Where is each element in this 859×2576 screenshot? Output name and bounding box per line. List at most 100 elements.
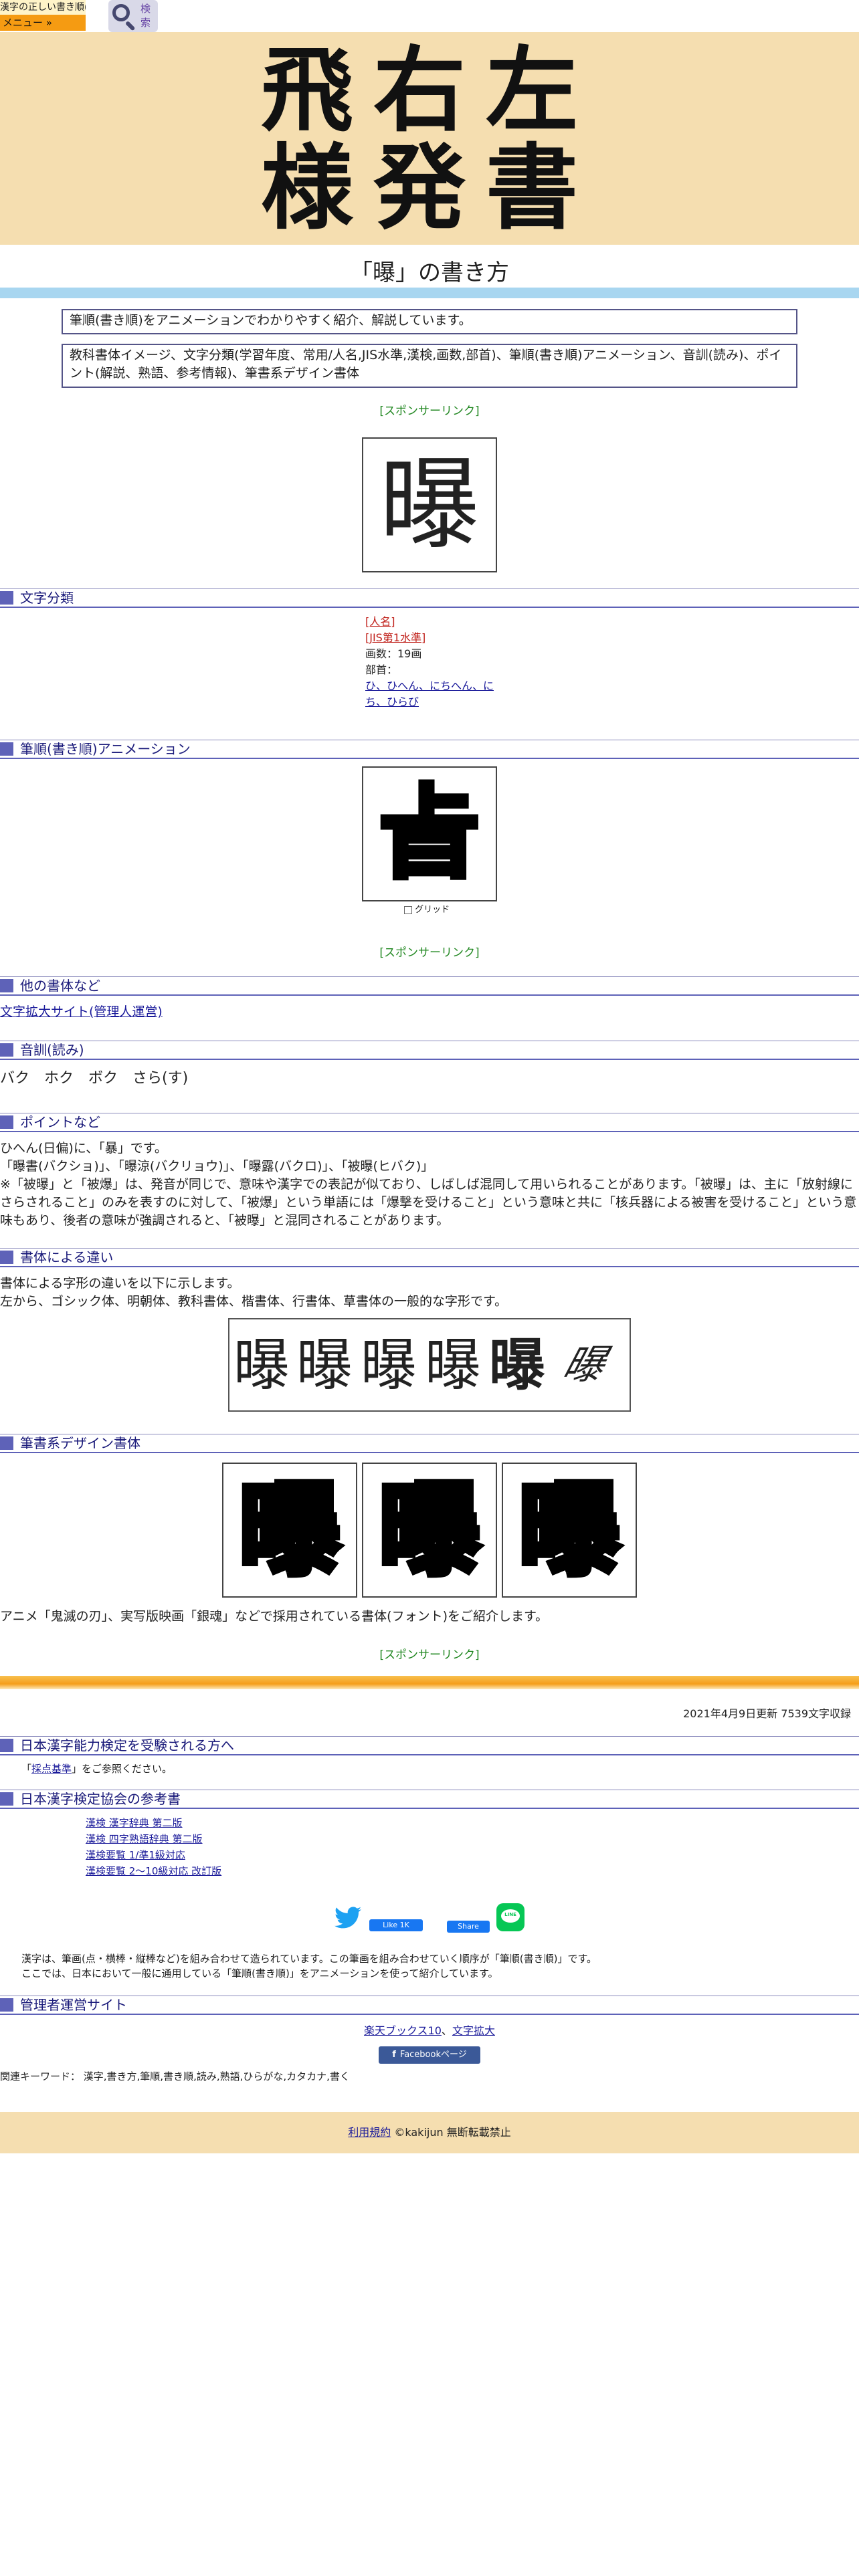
search-icon xyxy=(112,4,130,21)
section-other-fonts: 他の書体など xyxy=(0,974,859,996)
section-points: ポイントなど xyxy=(0,1110,859,1133)
mincho-sample: 曝 xyxy=(296,1332,353,1398)
section-title: 音訓(読み) xyxy=(20,1042,84,1058)
design-glyph: 曝 xyxy=(236,1468,343,1592)
section-admin-sites: 管理者運営サイト xyxy=(0,1993,859,2016)
page-title: 「曝」の書き方 xyxy=(350,259,509,286)
section-title: ポイントなど xyxy=(20,1114,100,1130)
section-title: 日本漢字検定協会の参考書 xyxy=(20,1791,181,1807)
admin-links: 楽天ブックス10、文字拡大 xyxy=(0,2024,859,2038)
design-glyph: 曝 xyxy=(516,1468,623,1592)
top-nav: 漢字の正しい書き順(筆順) メニュー » 検索 xyxy=(0,0,859,32)
kentei-note-post: 」をご参照ください。 xyxy=(72,1763,173,1775)
kanji-glyph: 曝 xyxy=(379,447,480,563)
section-marker xyxy=(0,591,13,605)
grid-checkbox[interactable] xyxy=(404,905,412,914)
section-font-diff: 書体による違い xyxy=(0,1245,859,1268)
section-title: 書体による違い xyxy=(20,1249,114,1265)
search-label: 検索 xyxy=(140,3,151,29)
gyosho-sample: 曝 xyxy=(489,1331,546,1398)
reference-item[interactable]: 漢検 漢字辞典 第二版 xyxy=(86,1817,183,1829)
zoom-site-link[interactable]: 文字拡大サイト(管理人運営) xyxy=(0,1003,163,1021)
grid-toggle[interactable]: グリッド xyxy=(404,904,471,916)
sponsor-link[interactable]: [スポンサーリンク] xyxy=(0,401,859,418)
facebook-page-label: Facebookページ xyxy=(399,2050,467,2060)
section-marker xyxy=(0,979,13,992)
section-kentei: 日本漢字能力検定を受験される方へ xyxy=(0,1733,859,1756)
footer: 利用規約 ©kakijun 無断転載禁止 xyxy=(0,2112,859,2153)
related-keywords: 関連キーワード： 漢字,書き方,筆順,書き順,読み,熟語,ひらがな,カタカナ,書… xyxy=(0,2070,350,2082)
terms-link[interactable]: 利用規約 xyxy=(348,2126,391,2139)
section-design-fonts: 筆書系デザイン書体 xyxy=(0,1431,859,1454)
animation-glyph: 㫖 xyxy=(377,773,482,895)
font-comparison-strip: 曝 曝 曝 曝 曝 曝 xyxy=(228,1318,631,1412)
kyokasho-sample: 曝 xyxy=(361,1332,417,1398)
design-font-3: 曝 xyxy=(502,1463,637,1598)
title-divider xyxy=(0,288,859,298)
search-button[interactable]: 検索 xyxy=(108,0,158,32)
facebook-like-button[interactable]: Like 1K xyxy=(369,1919,423,1931)
zoom-link[interactable]: 文字拡大 xyxy=(452,2024,495,2037)
facebook-page-button[interactable]: f Facebookページ xyxy=(379,2046,480,2064)
twitter-share-button[interactable] xyxy=(335,1906,363,1930)
section-marker xyxy=(0,1792,13,1806)
banner-line-1: 飛右左 xyxy=(260,35,598,144)
points-body: ひへん(日偏)に、「暴」です。 「曝書(バクショ)」、「曝涼(バクリョウ)」、「… xyxy=(0,1140,859,1230)
section-title: 筆書系デザイン書体 xyxy=(20,1435,140,1451)
about-line-1: 漢字は、筆画(点・横棒・縦棒など)を組み合わせて造られています。この筆画を組み合… xyxy=(21,1953,597,1965)
sponsor-link[interactable]: [スポンサーリンク] xyxy=(0,943,859,960)
readings-text: バク ホク ボク さら(す) xyxy=(0,1070,189,1087)
section-animation: 筆順(書き順)アニメーション xyxy=(0,737,859,760)
intro-summary: 筆順(書き順)をアニメーションでわかりやすく紹介、解説しています。 xyxy=(62,309,797,334)
site-banner[interactable]: 飛右左 様発書 xyxy=(0,32,859,245)
link-separator: 、 xyxy=(441,2024,452,2037)
section-title: 筆順(書き順)アニメーション xyxy=(20,741,191,757)
kaisho-sample: 曝 xyxy=(425,1332,482,1398)
search-icon-handle xyxy=(124,20,136,31)
points-line-3: ※「被曝」と「被爆」は、発音が同じで、意味や漢字での表記が似ており、しばしば混同… xyxy=(0,1177,857,1228)
section-marker xyxy=(0,1043,13,1057)
banner-line-2: 様発書 xyxy=(260,133,598,242)
rakuten-link[interactable]: 楽天ブックス10 xyxy=(364,2024,442,2037)
facebook-share-button[interactable]: Share xyxy=(447,1921,490,1933)
points-line-1: ひへん(日偏)に、「暴」です。 xyxy=(0,1141,167,1156)
radical-label: 部首： xyxy=(365,663,398,676)
reference-item[interactable]: 漢検 四字熟語辞典 第二版 xyxy=(86,1833,203,1845)
menu-button[interactable]: メニュー » xyxy=(0,15,86,31)
jinmei-tag[interactable]: [人名] xyxy=(365,614,499,630)
section-title: 文字分類 xyxy=(20,590,74,606)
facebook-icon: f xyxy=(392,2050,396,2060)
site-logo-menu[interactable]: 漢字の正しい書き順(筆順) メニュー » xyxy=(0,0,86,31)
font-diff-body: 書体による字形の違いを以下に示します。 左から、ゴシック体、明朝体、教科書体、楷… xyxy=(0,1275,859,1311)
section-title: 他の書体など xyxy=(20,978,100,994)
kentei-note: 「採点基準」をご参照ください。 xyxy=(21,1761,172,1776)
sponsor-link[interactable]: [スポンサーリンク] xyxy=(0,1645,859,1662)
design-font-2: 曝 xyxy=(362,1463,497,1598)
classification-info: [人名] [JIS第1水準] 画数：19画 部首： ひ、ひへん、にちへん、にち、… xyxy=(365,614,499,710)
stroke-animation-frame[interactable]: 㫖 xyxy=(362,766,497,901)
line-share-button[interactable]: LINE xyxy=(496,1903,524,1931)
font-diff-line-1: 書体による字形の違いを以下に示します。 xyxy=(0,1276,240,1291)
section-marker xyxy=(0,1739,13,1752)
reference-item[interactable]: 漢検要覧 2～10級対応 改訂版 xyxy=(86,1865,221,1877)
site-logo-text[interactable]: 漢字の正しい書き順(筆順) xyxy=(0,0,86,15)
intro-contents: 教科書体イメージ、文字分類(学習年度、常用/人名,JIS水準,漢検,画数,部首)… xyxy=(62,344,797,388)
twitter-icon xyxy=(335,1907,361,1929)
grid-label: グリッド xyxy=(415,905,450,915)
radical-link[interactable]: ひ、ひへん、にちへん、にち、ひらび xyxy=(365,679,494,708)
reference-item[interactable]: 漢検要覧 1/準1級対応 xyxy=(86,1849,185,1861)
section-readings: 音訓(読み) xyxy=(0,1038,859,1061)
stroke-count: 画数：19画 xyxy=(365,647,422,660)
design-fonts-note: アニメ「鬼滅の刃」、実写版映画「銀魂」などで採用されている書体(フォント)をご紹… xyxy=(0,1609,549,1624)
jis-tag[interactable]: [JIS第1水準] xyxy=(365,630,499,646)
section-marker xyxy=(0,1436,13,1450)
reference-list: 漢検 漢字辞典 第二版 漢検 四字熟語辞典 第二版 漢検要覧 1/準1級対応 漢… xyxy=(86,1815,221,1879)
design-glyph: 曝 xyxy=(376,1468,483,1592)
sosho-sample: 曝 xyxy=(557,1341,611,1388)
about-line-2: ここでは、日本において一般に通用している「筆順(書き順)」をアニメーションを使っ… xyxy=(21,1967,498,1979)
scoring-criteria-link[interactable]: 採点基準 xyxy=(31,1763,72,1775)
copyright: ©kakijun 無断転載禁止 xyxy=(394,2126,511,2139)
content-divider xyxy=(0,1676,859,1689)
font-diff-line-2: 左から、ゴシック体、明朝体、教科書体、楷書体、行書体、草書体の一般的な字形です。 xyxy=(0,1294,508,1309)
section-title: 日本漢字能力検定を受験される方へ xyxy=(20,1737,234,1753)
